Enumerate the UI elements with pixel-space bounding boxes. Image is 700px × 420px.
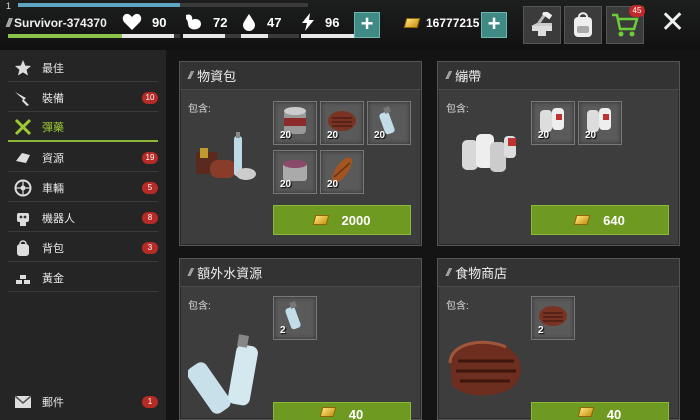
buy-button-bandage[interactable]: 640: [531, 205, 669, 235]
water-drop-icon: [243, 14, 255, 31]
item-slot-steak[interactable]: 2: [531, 296, 575, 340]
offer-card-extra-water: /// 額外水資源 包含: 2 40: [179, 258, 422, 420]
slashes-icon: ///: [446, 69, 451, 82]
gold-bar-icon: [312, 215, 329, 225]
slashes-icon: ///: [6, 16, 12, 30]
sidebar-item-resources[interactable]: 資源 19: [8, 144, 158, 172]
ammo-icon: [12, 118, 34, 136]
buy-button-food-shop[interactable]: 40: [531, 402, 669, 420]
stat-energy: 96: [301, 13, 359, 38]
gold-bar-icon: [403, 18, 421, 28]
contains-label: 包含:: [188, 301, 211, 312]
gold-bar-icon: [319, 407, 337, 417]
item-slot-water-bottle[interactable]: 20: [367, 101, 411, 145]
shop-cart-button[interactable]: 45: [606, 5, 645, 44]
backpack-button[interactable]: [564, 6, 602, 44]
contains-label: 包含:: [446, 301, 469, 312]
stomach-icon: [186, 14, 201, 30]
gold-bar-icon: [577, 407, 595, 417]
sidebar-badge-robots: 8: [142, 212, 158, 224]
sidebar-badge-equipment: 10: [142, 92, 158, 104]
gold-stack-icon: [12, 269, 34, 287]
item-slot-canned-food[interactable]: 20: [273, 101, 317, 145]
slashes-icon: ///: [188, 69, 193, 82]
bandage-image: [462, 134, 516, 172]
item-slot-soup-can[interactable]: 20: [273, 150, 317, 194]
stat-health: 90: [122, 13, 180, 38]
sidebar-item-gold[interactable]: 黃金: [8, 264, 158, 292]
sidebar-item-vehicles[interactable]: 車輛 5: [8, 174, 158, 202]
stat-food: 72: [183, 13, 241, 38]
offer-card-food-shop: /// 食物商店 包含: 2 40: [437, 258, 680, 420]
item-slot-bandage[interactable]: 20: [578, 101, 622, 145]
sidebar-item-equipment[interactable]: 裝備 10: [8, 84, 158, 112]
sidebar-badge-resources: 19: [142, 152, 158, 164]
sidebar-item-best[interactable]: 最佳: [8, 54, 158, 82]
anvil-hammer-icon: [531, 12, 553, 36]
card-title: /// 食物商店: [438, 259, 679, 287]
robot-icon: [12, 209, 34, 227]
stat-water: 47: [241, 13, 299, 38]
top-bar: 1 /// Survivor-374370 90 72 47 96 + 1677…: [0, 0, 700, 50]
wheel-icon: [12, 179, 34, 197]
sidebar-badge-vehicles: 5: [142, 182, 158, 194]
backpack-icon: [574, 12, 592, 37]
sidebar-badge-backpacks: 3: [142, 242, 158, 254]
backpack-icon: [12, 239, 34, 257]
water-bottles-image: [188, 334, 258, 414]
equipment-icon: [12, 89, 34, 107]
player-name[interactable]: /// Survivor-374370: [6, 16, 107, 30]
offer-card-bandage: /// 繃帶 包含: 20 20 640: [437, 61, 680, 246]
energy-value: 96: [325, 14, 340, 30]
star-icon: [12, 59, 34, 77]
item-slot-steak[interactable]: 20: [320, 101, 364, 145]
card-title: /// 物資包: [180, 62, 421, 90]
add-stats-button[interactable]: +: [354, 12, 380, 38]
slashes-icon: ///: [446, 266, 451, 279]
sidebar-item-mail[interactable]: 郵件 1: [8, 388, 158, 416]
gold-display: 16777215: [403, 16, 480, 30]
sidebar-badge-mail: 1: [142, 396, 158, 408]
card-title: /// 額外水資源: [180, 259, 421, 287]
mail-icon: [12, 393, 34, 411]
card-title: /// 繃帶: [438, 62, 679, 90]
resources-icon: [12, 149, 34, 167]
player-level: 1: [6, 1, 12, 11]
gold-bar-icon: [573, 215, 591, 225]
gold-value: 16777215: [426, 16, 480, 30]
slashes-icon: ///: [188, 266, 193, 279]
food-value: 72: [213, 14, 228, 30]
heart-icon: [122, 13, 142, 30]
lightning-icon: [302, 13, 314, 31]
supply-pack-image: [196, 132, 256, 180]
close-icon[interactable]: ✕: [660, 8, 685, 38]
sidebar-item-robots[interactable]: 機器人 8: [8, 204, 158, 232]
item-slot-water-bottle[interactable]: 2: [273, 296, 317, 340]
offer-card-supply-pack: /// 物資包 包含: 20 20 20 20 20 2000: [179, 61, 422, 246]
craft-button[interactable]: [523, 6, 561, 44]
buy-button-extra-water[interactable]: 40: [273, 402, 411, 420]
category-sidebar: 最佳 裝備 10 彈藥 資源 19 車輛 5 機器人 8 背包 3 黃金 郵件 …: [0, 50, 166, 420]
contains-label: 包含:: [446, 104, 469, 115]
steak-image: [448, 340, 521, 396]
item-slot-corn[interactable]: 20: [320, 150, 364, 194]
water-value: 47: [267, 14, 282, 30]
buy-button-supply-pack[interactable]: 2000: [273, 205, 411, 235]
sidebar-item-ammo[interactable]: 彈藥: [8, 114, 158, 142]
sidebar-item-backpacks[interactable]: 背包 3: [8, 234, 158, 262]
add-gold-button[interactable]: +: [481, 12, 507, 38]
cart-badge: 45: [629, 5, 645, 17]
xp-bar: [18, 3, 308, 7]
contains-label: 包含:: [188, 104, 211, 115]
item-slot-bandage[interactable]: 20: [531, 101, 575, 145]
health-value: 90: [152, 14, 167, 30]
